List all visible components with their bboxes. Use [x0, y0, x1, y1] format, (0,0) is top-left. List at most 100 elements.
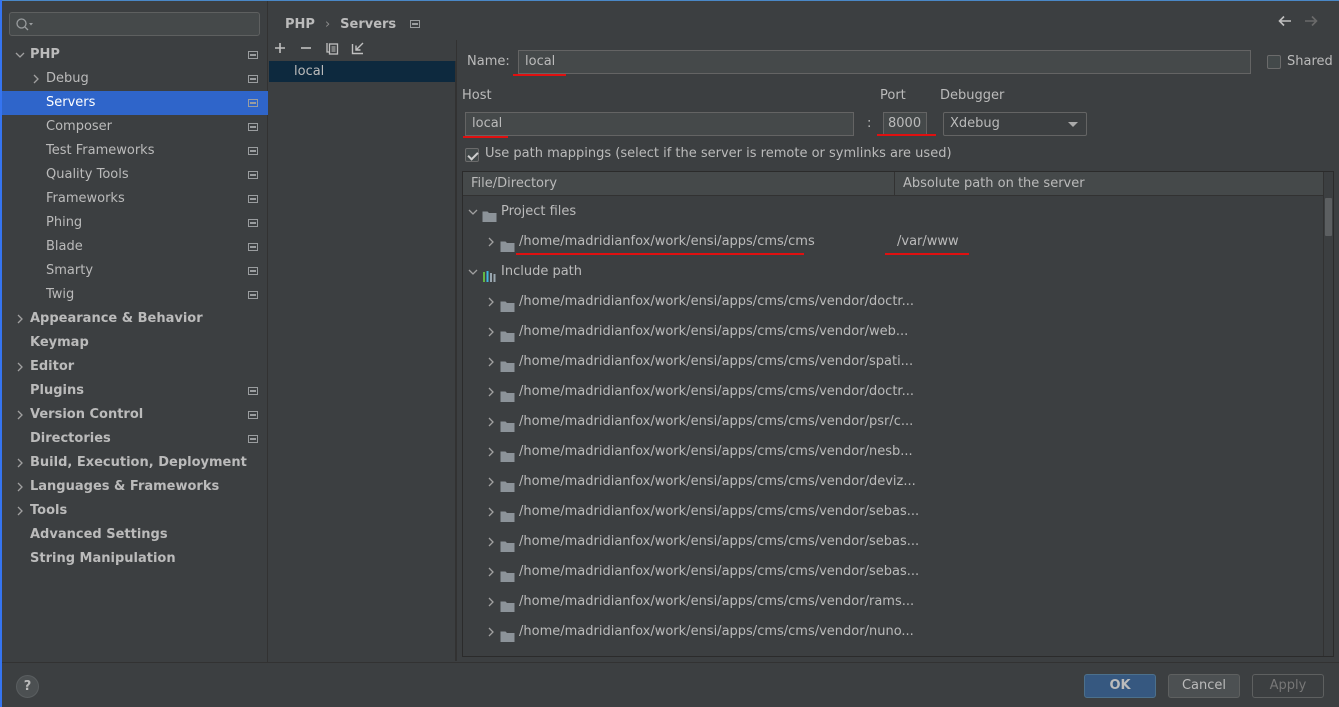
sidebar-item-keymap[interactable]: Keymap: [0, 331, 268, 355]
row-toggle[interactable]: [467, 257, 479, 287]
sidebar-item-debug[interactable]: Debug: [0, 67, 268, 91]
chevron-down-icon[interactable]: [467, 266, 479, 278]
tree-toggle[interactable]: [14, 451, 26, 475]
row-toggle[interactable]: [485, 527, 497, 557]
chevron-down-icon[interactable]: [14, 49, 26, 61]
table-group-row[interactable]: Include path: [463, 257, 1323, 287]
sidebar-item-blade[interactable]: Blade: [0, 235, 268, 259]
chevron-right-icon[interactable]: [485, 296, 497, 308]
row-toggle[interactable]: [485, 437, 497, 467]
chevron-right-icon[interactable]: [485, 236, 497, 248]
breadcrumb-item-php[interactable]: PHP: [285, 17, 315, 32]
column-header-file-directory[interactable]: File/Directory: [463, 172, 894, 196]
tree-toggle[interactable]: [14, 307, 26, 331]
table-row[interactable]: /home/madridianfox/work/ensi/apps/cms/cm…: [463, 467, 1323, 497]
tree-toggle[interactable]: [14, 475, 26, 499]
tree-toggle[interactable]: [14, 499, 26, 523]
table-row[interactable]: /home/madridianfox/work/ensi/apps/cms/cm…: [463, 287, 1323, 317]
table-scrollbar-thumb[interactable]: [1325, 198, 1332, 236]
sidebar-item-php[interactable]: PHP: [0, 43, 268, 67]
table-scrollbar[interactable]: [1323, 172, 1333, 656]
table-row[interactable]: /home/madridianfox/work/ensi/apps/cms/cm…: [463, 497, 1323, 527]
chevron-right-icon[interactable]: [485, 386, 497, 398]
table-row[interactable]: /home/madridianfox/work/ensi/apps/cms/cm…: [463, 377, 1323, 407]
chevron-right-icon[interactable]: [485, 566, 497, 578]
panel-divider[interactable]: [456, 40, 457, 661]
host-input[interactable]: local: [465, 112, 854, 136]
chevron-right-icon[interactable]: [485, 326, 497, 338]
row-toggle[interactable]: [485, 377, 497, 407]
sidebar-item-appearance-behavior[interactable]: Appearance & Behavior: [0, 307, 268, 331]
server-item-local[interactable]: local: [269, 61, 455, 82]
chevron-right-icon[interactable]: [14, 481, 26, 493]
chevron-right-icon[interactable]: [485, 506, 497, 518]
chevron-right-icon[interactable]: [30, 73, 42, 85]
sidebar-item-editor[interactable]: Editor: [0, 355, 268, 379]
ok-button[interactable]: OK: [1084, 674, 1156, 698]
chevron-right-icon[interactable]: [14, 505, 26, 517]
table-row[interactable]: /home/madridianfox/work/ensi/apps/cms/cm…: [463, 407, 1323, 437]
sidebar-item-string-manipulation[interactable]: String Manipulation: [0, 547, 268, 571]
row-toggle[interactable]: [485, 287, 497, 317]
chevron-right-icon[interactable]: [14, 409, 26, 421]
port-input[interactable]: 8000: [883, 112, 927, 136]
chevron-down-icon[interactable]: [467, 206, 479, 218]
table-row[interactable]: /home/madridianfox/work/ensi/apps/cms/cm…: [463, 587, 1323, 617]
copy-server-button[interactable]: [324, 40, 340, 56]
help-button[interactable]: ?: [16, 675, 39, 698]
tree-toggle[interactable]: [14, 43, 26, 67]
row-toggle[interactable]: [467, 197, 479, 227]
sidebar-item-plugins[interactable]: Plugins: [0, 379, 268, 403]
chevron-right-icon[interactable]: [485, 356, 497, 368]
apply-button[interactable]: Apply: [1252, 674, 1324, 698]
table-row[interactable]: /home/madridianfox/work/ensi/apps/cms/cm…: [463, 227, 1323, 257]
table-row[interactable]: /home/madridianfox/work/ensi/apps/cms/cm…: [463, 617, 1323, 647]
sidebar-item-advanced-settings[interactable]: Advanced Settings: [0, 523, 268, 547]
sidebar-item-frameworks[interactable]: Frameworks: [0, 187, 268, 211]
debugger-dropdown[interactable]: Xdebug: [943, 112, 1087, 136]
row-toggle[interactable]: [485, 467, 497, 497]
table-group-row[interactable]: Project files: [463, 197, 1323, 227]
row-toggle[interactable]: [485, 557, 497, 587]
shared-checkbox[interactable]: [1267, 55, 1281, 69]
table-row[interactable]: /home/madridianfox/work/ensi/apps/cms/cm…: [463, 317, 1323, 347]
name-input[interactable]: local: [518, 50, 1251, 74]
chevron-right-icon[interactable]: [485, 536, 497, 548]
table-row[interactable]: /home/madridianfox/work/ensi/apps/cms/cm…: [463, 347, 1323, 377]
chevron-right-icon[interactable]: [485, 446, 497, 458]
sidebar-item-tools[interactable]: Tools: [0, 499, 268, 523]
column-header-server-path[interactable]: Absolute path on the server: [894, 172, 1323, 196]
import-server-button[interactable]: [350, 40, 366, 56]
row-toggle[interactable]: [485, 347, 497, 377]
sidebar-item-composer[interactable]: Composer: [0, 115, 268, 139]
sidebar-item-twig[interactable]: Twig: [0, 283, 268, 307]
row-toggle[interactable]: [485, 227, 497, 257]
chevron-right-icon[interactable]: [14, 361, 26, 373]
settings-search-input[interactable]: [9, 12, 260, 36]
add-server-button[interactable]: [272, 40, 288, 56]
chevron-right-icon[interactable]: [485, 626, 497, 638]
sidebar-item-phing[interactable]: Phing: [0, 211, 268, 235]
arrow-right-icon[interactable]: [1303, 14, 1319, 28]
tree-toggle[interactable]: [14, 403, 26, 427]
sidebar-item-version-control[interactable]: Version Control: [0, 403, 268, 427]
sidebar-item-test-frameworks[interactable]: Test Frameworks: [0, 139, 268, 163]
tree-toggle[interactable]: [14, 355, 26, 379]
chevron-right-icon[interactable]: [14, 313, 26, 325]
table-row[interactable]: /home/madridianfox/work/ensi/apps/cms/cm…: [463, 437, 1323, 467]
arrow-left-icon[interactable]: [1277, 14, 1293, 28]
row-toggle[interactable]: [485, 407, 497, 437]
row-toggle[interactable]: [485, 617, 497, 647]
sidebar-item-servers[interactable]: Servers: [0, 91, 268, 115]
row-toggle[interactable]: [485, 587, 497, 617]
sidebar-item-languages-frameworks[interactable]: Languages & Frameworks: [0, 475, 268, 499]
remove-server-button[interactable]: [298, 40, 314, 56]
chevron-right-icon[interactable]: [485, 476, 497, 488]
table-row[interactable]: /home/madridianfox/work/ensi/apps/cms/cm…: [463, 527, 1323, 557]
sidebar-item-smarty[interactable]: Smarty: [0, 259, 268, 283]
chevron-right-icon[interactable]: [485, 416, 497, 428]
row-toggle[interactable]: [485, 497, 497, 527]
use-path-mappings-checkbox[interactable]: [465, 148, 479, 162]
chevron-right-icon[interactable]: [14, 457, 26, 469]
cancel-button[interactable]: Cancel: [1168, 674, 1240, 698]
